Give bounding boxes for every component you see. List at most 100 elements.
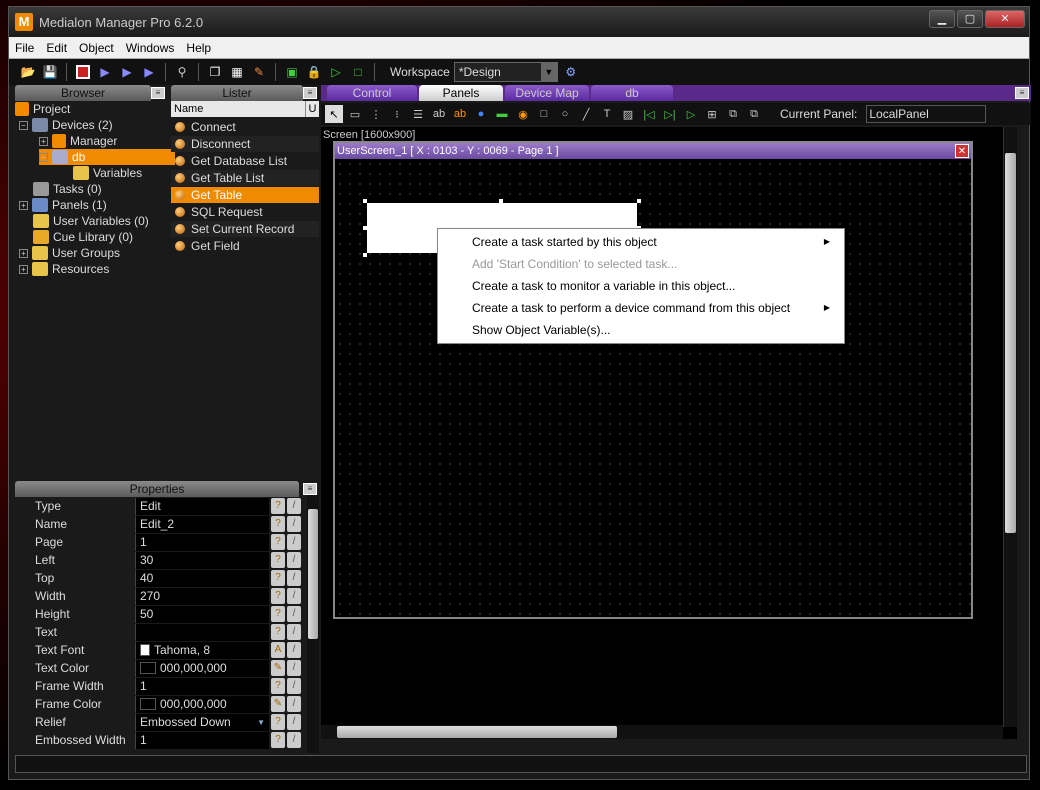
help-icon[interactable]: ? <box>271 552 285 568</box>
edit-icon[interactable]: / <box>287 606 301 622</box>
divider-tool-icon[interactable]: ⁝ <box>388 105 406 123</box>
help-icon[interactable]: ? <box>271 714 285 730</box>
scroll-thumb[interactable] <box>308 509 318 639</box>
menu-file[interactable]: File <box>9 41 40 55</box>
prop-value[interactable]: 30 <box>135 551 269 569</box>
help-icon[interactable]: ? <box>271 678 285 694</box>
prop-value[interactable] <box>135 623 269 641</box>
wrench-icon[interactable]: ✎ <box>250 63 268 81</box>
knob-tool-icon[interactable]: ◉ <box>514 105 532 123</box>
edit-icon[interactable]: / <box>287 588 301 604</box>
edit-icon[interactable]: / <box>287 570 301 586</box>
menu-item-device-command[interactable]: Create a task to perform a device comman… <box>472 298 840 318</box>
workspace-select[interactable]: *Design ▼ <box>453 62 558 82</box>
page-next-icon[interactable]: ▷ <box>682 105 700 123</box>
prop-value[interactable]: 1 <box>135 533 269 551</box>
pointer-icon[interactable]: ↖ <box>325 105 343 123</box>
lister-menu-icon[interactable]: ≡ <box>303 87 317 99</box>
text-tool-icon[interactable]: T <box>598 105 616 123</box>
list-item[interactable]: Get Database List <box>171 153 319 169</box>
current-panel-field[interactable]: LocalPanel <box>866 105 987 123</box>
image-tool-icon[interactable]: ▨ <box>619 105 637 123</box>
edit-icon[interactable]: / <box>287 714 301 730</box>
list-item[interactable]: SQL Request <box>171 204 319 220</box>
list-item[interactable]: Connect <box>171 119 319 135</box>
tree-item-user-variables[interactable]: User Variables (0) <box>33 213 149 229</box>
edit-icon[interactable]: / <box>287 516 301 532</box>
step-over-icon[interactable]: ▶ <box>140 63 158 81</box>
edit-icon[interactable]: / <box>287 534 301 550</box>
tab-db[interactable]: db <box>591 85 673 101</box>
tree-item-project[interactable]: Project <box>15 101 70 117</box>
minimize-button[interactable]: ▁ <box>929 10 955 28</box>
edit-tool-icon[interactable]: ab <box>451 105 469 123</box>
expand-icon[interactable]: + <box>19 248 28 258</box>
close-button[interactable]: ✕ <box>985 10 1025 28</box>
tree-item-resources[interactable]: + Resources <box>19 261 109 277</box>
list-item[interactable]: Set Current Record <box>171 221 319 237</box>
step-icon[interactable]: ▶ <box>118 63 136 81</box>
workspace-settings-icon[interactable]: ⚙ <box>562 63 580 81</box>
prop-value[interactable]: 000,000,000 <box>135 659 269 677</box>
open-icon[interactable]: 📂 <box>19 63 37 81</box>
tree-item-db[interactable]: − db <box>39 149 175 165</box>
edit-icon[interactable]: / <box>287 624 301 640</box>
title-bar[interactable]: M Medialon Manager Pro 6.2.0 ▁ ▢ ✕ <box>9 7 1029 37</box>
clipboard-icon[interactable]: ❐ <box>206 63 224 81</box>
help-icon[interactable]: ? <box>271 624 285 640</box>
menu-windows[interactable]: Windows <box>120 41 181 55</box>
resize-handle[interactable] <box>363 253 367 257</box>
list-item[interactable]: Disconnect <box>171 136 319 152</box>
close-icon[interactable]: ✕ <box>955 144 969 158</box>
scroll-thumb[interactable] <box>337 726 617 738</box>
font-picker-icon[interactable]: A <box>271 642 285 658</box>
edit-icon[interactable]: / <box>287 732 301 748</box>
stop-square-icon[interactable]: □ <box>349 63 367 81</box>
expand-icon[interactable]: + <box>19 264 28 274</box>
prop-value[interactable]: Embossed Down ▼ <box>135 713 269 731</box>
align-icon[interactable]: ⊞ <box>703 105 721 123</box>
ungroup-icon[interactable]: ⧉ <box>745 105 763 123</box>
label-tool-icon[interactable]: ab <box>430 105 448 123</box>
tree-item-manager[interactable]: + Manager <box>39 133 117 149</box>
calendar-icon[interactable]: ▦ <box>228 63 246 81</box>
tree-item-panels[interactable]: + Panels (1) <box>19 197 107 213</box>
prop-value[interactable]: 000,000,000 <box>135 695 269 713</box>
stop-icon[interactable] <box>74 63 92 81</box>
expand-icon[interactable]: + <box>39 136 48 146</box>
help-icon[interactable]: ? <box>271 534 285 550</box>
gauge-tool-icon[interactable]: ▬ <box>493 105 511 123</box>
menu-item-create-task-started[interactable]: Create a task started by this object ▶ <box>472 232 840 252</box>
help-icon[interactable]: ? <box>271 516 285 532</box>
canvas-vertical-scrollbar[interactable] <box>1003 127 1017 727</box>
tree-item-devices[interactable]: − Devices (2) <box>19 117 113 133</box>
chevron-down-icon[interactable]: ▼ <box>540 63 557 81</box>
slider-tool-icon[interactable]: ⋮ <box>367 105 385 123</box>
canvas-horizontal-scrollbar[interactable] <box>321 725 1003 739</box>
properties-menu-icon[interactable]: ≡ <box>303 483 317 495</box>
lister-column-header[interactable]: Name U <box>171 101 319 117</box>
group-icon[interactable]: ⧉ <box>724 105 742 123</box>
prop-value[interactable]: 50 <box>135 605 269 623</box>
edit-icon[interactable]: / <box>287 696 301 712</box>
list-item-selected[interactable]: Get Table <box>171 187 319 203</box>
list-item[interactable]: Get Table List <box>171 170 319 186</box>
run-icon[interactable]: ▶ <box>96 63 114 81</box>
properties-scrollbar[interactable] <box>307 495 319 753</box>
chevron-down-icon[interactable]: ▼ <box>257 718 265 727</box>
ellipse-tool-icon[interactable]: ○ <box>556 105 574 123</box>
tabs-menu-icon[interactable]: ≡ <box>1015 87 1029 99</box>
list-item[interactable]: Get Field <box>171 238 319 254</box>
device-icon[interactable]: ▣ <box>283 63 301 81</box>
edit-icon[interactable]: / <box>287 642 301 658</box>
edit-icon[interactable]: / <box>287 678 301 694</box>
line-tool-icon[interactable]: ╱ <box>577 105 595 123</box>
list-tool-icon[interactable]: ☰ <box>409 105 427 123</box>
resize-handle[interactable] <box>363 199 367 203</box>
edit-icon[interactable]: / <box>287 498 301 514</box>
tab-control[interactable]: Control <box>327 85 417 101</box>
tree-item-user-groups[interactable]: + User Groups <box>19 245 120 261</box>
prop-value[interactable]: Tahoma, 8 <box>135 641 269 659</box>
tree-item-cue-library[interactable]: Cue Library (0) <box>33 229 133 245</box>
resize-handle[interactable] <box>363 226 367 230</box>
